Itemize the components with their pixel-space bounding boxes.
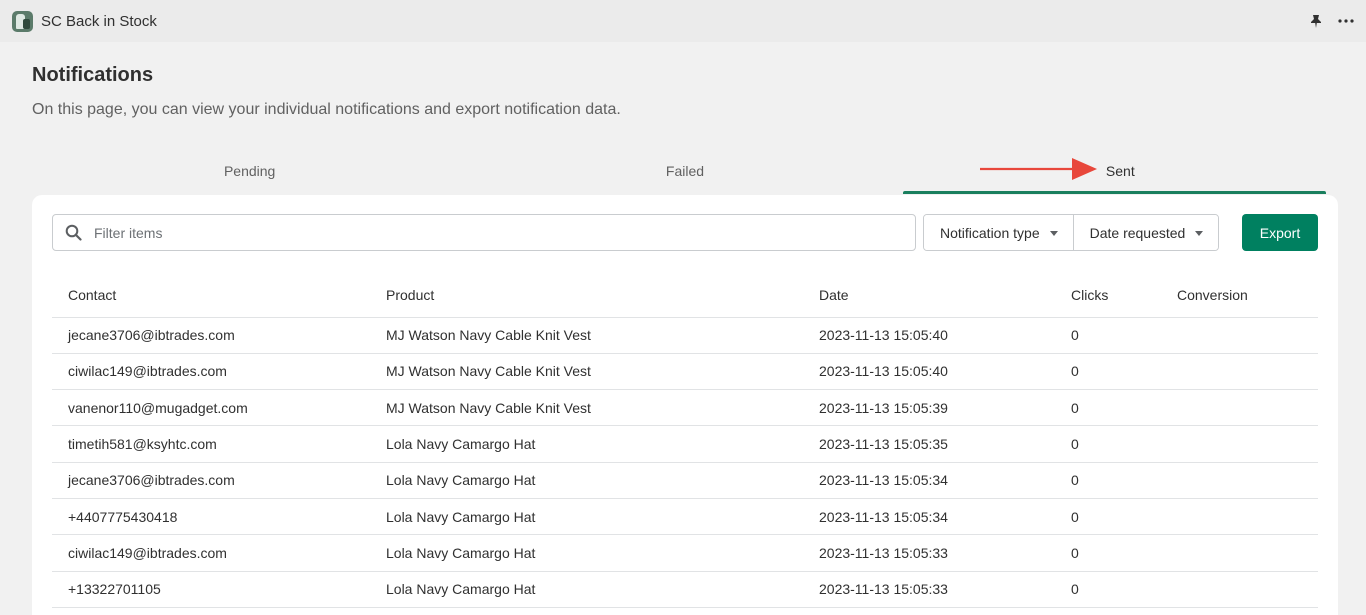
conversion-cell: [1161, 571, 1318, 608]
notification-type-label: Notification type: [940, 224, 1040, 241]
tab-label: Sent: [1105, 163, 1135, 179]
clicks-cell: 0: [1055, 425, 1161, 463]
table-row[interactable]: timetih581@ksyhtc.com Lola Navy Camargo …: [52, 425, 1318, 463]
table-row[interactable]: vanenor110@mugadget.com MJ Watson Navy C…: [52, 389, 1318, 427]
table-row[interactable]: jecane3706@ibtrades.com MJ Watson Navy C…: [52, 317, 1318, 354]
caret-down-icon: [1195, 230, 1204, 236]
clicks-cell: 0: [1055, 317, 1161, 354]
column-header-clicks: Clicks: [1055, 273, 1161, 318]
notification-tabs: Pending Failed Sent: [32, 148, 1338, 194]
clicks-cell: 0: [1055, 571, 1161, 608]
search-input[interactable]: [92, 223, 872, 242]
date-cell: 2023-11-13 15:05:34: [803, 498, 1055, 536]
table-row[interactable]: ciwilac149@ibtrades.com Lola Navy Camarg…: [52, 534, 1318, 572]
search-icon: [65, 224, 82, 241]
contact-cell: jecane3706@ibtrades.com: [52, 462, 370, 499]
tab-failed[interactable]: Failed: [467, 148, 902, 194]
page-description: On this page, you can view your individu…: [32, 101, 621, 118]
product-cell: Lola Navy Camargo Hat: [370, 571, 803, 608]
conversion-cell: [1161, 353, 1318, 391]
clicks-cell: 0: [1055, 389, 1161, 427]
clicks-cell: 0: [1055, 462, 1161, 499]
date-cell: 2023-11-13 15:05:33: [803, 571, 1055, 608]
contact-cell: timetih581@ksyhtc.com: [52, 425, 370, 463]
more-horizontal-icon[interactable]: [1338, 13, 1354, 29]
table-row[interactable]: ciwilac149@ibtrades.com MJ Watson Navy C…: [52, 353, 1318, 391]
conversion-cell: [1161, 425, 1318, 463]
search-field[interactable]: [52, 214, 916, 251]
tab-label: Pending: [223, 163, 276, 179]
notification-type-dropdown[interactable]: Notification type: [924, 215, 1073, 250]
table-row[interactable]: +13322701105 Lola Navy Camargo Hat 2023-…: [52, 571, 1318, 608]
date-cell: 2023-11-13 15:05:33: [803, 534, 1055, 572]
table-row[interactable]: +4407775430418 Lola Navy Camargo Hat 202…: [52, 498, 1318, 536]
product-cell: MJ Watson Navy Cable Knit Vest: [370, 353, 803, 391]
contact-cell: jecane3706@ibtrades.com: [52, 317, 370, 354]
conversion-cell: [1161, 317, 1318, 354]
product-cell: MJ Watson Navy Cable Knit Vest: [370, 317, 803, 354]
tab-pending[interactable]: Pending: [32, 148, 467, 194]
clicks-cell: 0: [1055, 353, 1161, 391]
clicks-cell: 0: [1055, 498, 1161, 536]
app-header-bar: SC Back in Stock: [0, 0, 1366, 42]
filter-button-group: Notification type Date requested: [923, 214, 1220, 251]
product-cell: Lola Navy Camargo Hat: [370, 534, 803, 572]
date-cell: 2023-11-13 15:05:40: [803, 353, 1055, 391]
tab-label: Failed: [665, 163, 705, 179]
product-cell: Lola Navy Camargo Hat: [370, 425, 803, 463]
page-title: Notifications: [32, 64, 154, 86]
conversion-cell: [1161, 534, 1318, 572]
date-cell: 2023-11-13 15:05:34: [803, 462, 1055, 499]
conversion-cell: [1161, 389, 1318, 427]
date-cell: 2023-11-13 15:05:40: [803, 317, 1055, 354]
date-requested-label: Date requested: [1089, 224, 1186, 241]
table-header-row: Contact Product Date Clicks Conversion: [52, 273, 1318, 318]
export-button[interactable]: Export: [1242, 214, 1318, 251]
pin-icon[interactable]: [1308, 13, 1324, 29]
tab-sent[interactable]: Sent: [902, 148, 1338, 194]
contact-cell: vanenor110@mugadget.com: [52, 389, 370, 427]
date-requested-dropdown[interactable]: Date requested: [1072, 215, 1219, 250]
conversion-cell: [1161, 462, 1318, 499]
table-row[interactable]: jecane3706@ibtrades.com Lola Navy Camarg…: [52, 462, 1318, 499]
notifications-card: Notification type Date requested Export …: [32, 195, 1338, 615]
contact-cell: +13322701105: [52, 571, 370, 608]
conversion-cell: [1161, 498, 1318, 536]
app-title: SC Back in Stock: [41, 12, 157, 30]
product-cell: Lola Navy Camargo Hat: [370, 498, 803, 536]
column-header-date: Date: [803, 273, 1055, 318]
date-cell: 2023-11-13 15:05:35: [803, 425, 1055, 463]
contact-cell: ciwilac149@ibtrades.com: [52, 353, 370, 391]
column-header-conversion: Conversion: [1161, 273, 1318, 318]
contact-cell: ciwilac149@ibtrades.com: [52, 534, 370, 572]
product-cell: MJ Watson Navy Cable Knit Vest: [370, 389, 803, 427]
product-cell: Lola Navy Camargo Hat: [370, 462, 803, 499]
app-logo-icon: [12, 10, 33, 32]
contact-cell: +4407775430418: [52, 498, 370, 536]
app-header-actions: [1308, 13, 1354, 29]
notifications-table: Contact Product Date Clicks Conversion j…: [52, 273, 1318, 608]
caret-down-icon: [1049, 230, 1058, 236]
annotation-arrow-icon: [980, 158, 1097, 180]
column-header-product: Product: [370, 273, 803, 318]
column-header-contact: Contact: [52, 273, 370, 318]
clicks-cell: 0: [1055, 534, 1161, 572]
date-cell: 2023-11-13 15:05:39: [803, 389, 1055, 427]
